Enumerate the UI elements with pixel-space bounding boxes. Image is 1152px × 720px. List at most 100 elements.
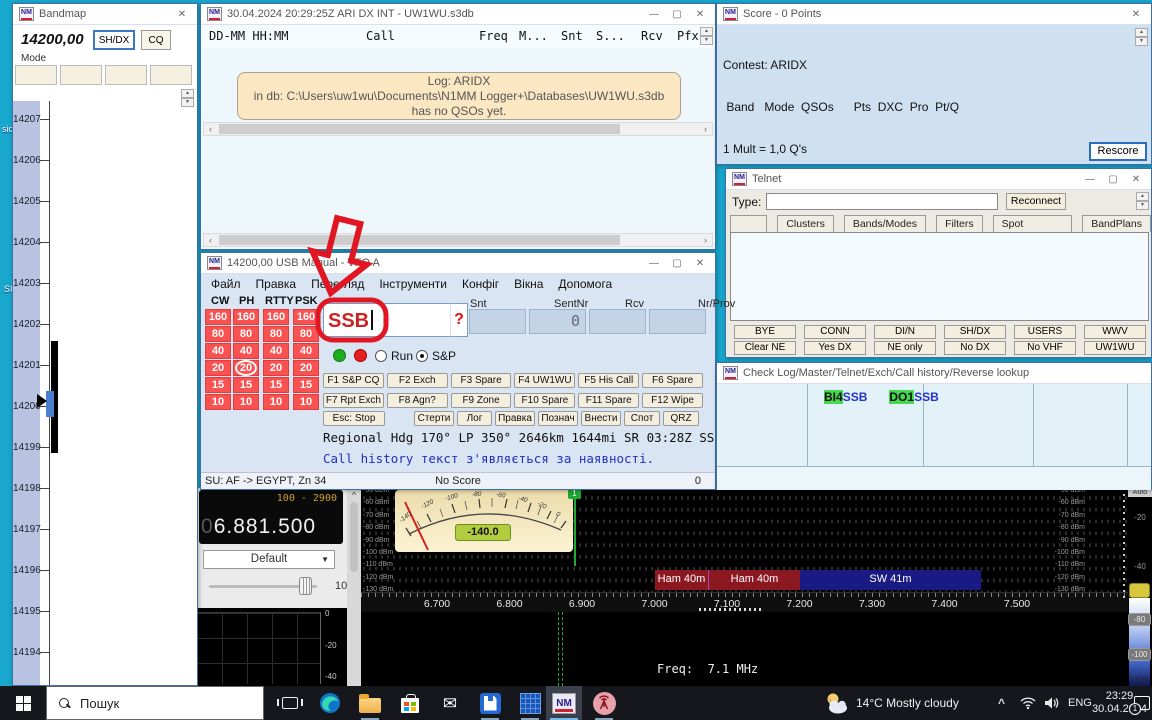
band-button[interactable]: 80 [233,326,259,342]
telnet-command-button[interactable]: DI/N [874,325,936,339]
spin-down-icon[interactable]: ▼ [1136,201,1149,210]
spectrum-tuning-line[interactable] [574,488,576,566]
function-key-button[interactable]: F12 Wipe [642,393,703,408]
radio-icon[interactable] [375,350,387,362]
band-button[interactable]: 40 [205,343,231,359]
entry-action-button[interactable]: Правка [495,411,535,426]
function-key-button[interactable]: F10 Spare [514,393,575,408]
band-button[interactable]: 10 [293,394,319,410]
tab-blank[interactable] [730,215,767,232]
spin-up-icon[interactable]: ▲ [1135,28,1148,37]
band-button[interactable]: 40 [233,343,259,359]
bandmap-zoom-spinner[interactable]: ▲ ▼ [181,89,194,107]
spin-up-icon[interactable]: ▲ [1136,192,1149,201]
band-button[interactable]: 40 [293,343,319,359]
telnet-titlebar[interactable]: NM Telnet — ▢ ✕ [726,169,1151,190]
taskbar-item-floppy-app[interactable] [472,686,508,720]
tab-filters[interactable]: Filters [936,215,983,232]
sdr-profile-select[interactable]: Default ▼ [203,550,335,569]
wifi-icon[interactable] [1020,686,1036,720]
menu-item[interactable]: Допомога [558,277,612,291]
speaker-icon[interactable] [1044,686,1059,720]
telnet-output-area[interactable] [730,232,1149,321]
function-key-button[interactable]: F8 Agn? [387,393,448,408]
band-button[interactable]: 160 [293,309,319,325]
close-icon[interactable]: ✕ [1127,9,1145,20]
score-spinner[interactable]: ▲ ▼ [1135,28,1148,46]
band-button[interactable]: 20 [293,360,319,376]
band-button[interactable]: 160 [205,309,231,325]
minimize-icon[interactable]: — [1081,174,1099,185]
function-key-button[interactable]: F9 Zone [451,393,512,408]
tab-clusters[interactable]: Clusters [777,215,834,232]
start-button[interactable] [0,686,46,720]
scroll-left-icon[interactable]: ‹ [204,123,217,135]
spin-up-icon[interactable]: ▲ [700,27,713,36]
band-button[interactable]: 80 [205,326,231,342]
tray-chevron-icon[interactable]: ^ [998,686,1005,720]
mode-box[interactable] [15,65,57,85]
log-column-header[interactable]: Freq [479,29,508,43]
telnet-command-button[interactable]: BYE [734,325,796,339]
radio-icon-selected[interactable] [416,350,428,362]
band-button[interactable]: 10 [205,394,231,410]
entry-action-button[interactable]: Внести [581,411,621,426]
snt-field[interactable] [469,309,526,334]
menu-item[interactable]: Правка [256,277,297,291]
check-call-item[interactable]: DO1SSB [889,390,938,404]
check-call-item[interactable]: BI4SSB [824,390,867,404]
rescore-button[interactable]: Rescore [1089,142,1147,161]
telnet-command-button[interactable]: No DX [944,341,1006,355]
bandmap-titlebar[interactable]: NM Bandmap ✕ [13,4,197,25]
telnet-command-button[interactable]: Yes DX [804,341,866,355]
scroll-up-icon[interactable]: ^ [347,490,361,500]
exchange-input[interactable]: ? [450,303,468,337]
log-titlebar[interactable]: NM 30.04.2024 20:29:25Z ARI DX INT - UW1… [201,4,715,25]
sdr-frequency-display[interactable]: 100 - 2900 06.881.500 [199,490,343,544]
log-column-header[interactable]: Call [366,29,395,43]
mode-box[interactable] [60,65,102,85]
spin-down-icon[interactable]: ▼ [1135,37,1148,46]
log-spinner[interactable]: ▲ ▼ [700,27,713,45]
tab-bands-modes[interactable]: Bands/Modes [844,215,926,232]
function-key-button[interactable]: F3 Spare [451,373,512,388]
band-button[interactable]: 15 [263,377,289,393]
close-icon[interactable]: ✕ [691,9,709,20]
telnet-command-button[interactable]: USERS [1014,325,1076,339]
band-button[interactable]: 10 [233,394,259,410]
spin-down-icon[interactable]: ▼ [700,36,713,45]
entry-action-button[interactable]: Esc: Stop [323,411,385,426]
telnet-command-button[interactable]: Clear NE [734,341,796,355]
maximize-icon[interactable]: ▢ [668,258,686,269]
function-key-button[interactable]: F7 Rpt Exch [323,393,384,408]
telnet-command-button[interactable]: CONN [804,325,866,339]
close-icon[interactable]: ✕ [691,258,709,269]
shdx-button[interactable]: SH/DX [93,30,135,50]
reconnect-button[interactable]: Reconnect [1006,193,1066,210]
entry-action-button[interactable]: Познач [538,411,578,426]
telnet-command-button[interactable]: No VHF [1014,341,1076,355]
nrprov-field[interactable] [649,309,706,334]
sp-radio[interactable]: S&P [416,349,456,363]
scrollbar-thumb[interactable] [219,124,620,134]
band-button[interactable]: 20 [205,360,231,376]
weather-icon[interactable] [824,686,850,720]
spin-up-icon[interactable]: ▲ [181,89,194,98]
tab-spot-comment[interactable]: Spot Comment [993,215,1073,232]
menu-item[interactable]: Файл [211,277,241,291]
waterfall-panel[interactable]: Freq: 7.1 MHz [361,612,1128,686]
log-column-header[interactable]: M... [519,29,548,43]
callsign-input[interactable]: SSB [323,303,450,337]
band-button[interactable]: 80 [263,326,289,342]
scroll-right-icon[interactable]: › [699,123,712,135]
score-titlebar[interactable]: NM Score - 0 Points ✕ [717,4,1151,25]
telnet-command-button[interactable]: SH/DX [944,325,1006,339]
rcv-field[interactable] [589,309,646,334]
taskbar-search[interactable] [46,686,264,720]
band-button[interactable]: 10 [263,394,289,410]
band-button[interactable]: 15 [293,377,319,393]
band-button[interactable]: 160 [263,309,289,325]
mode-box[interactable] [150,65,192,85]
band-button[interactable]: 15 [205,377,231,393]
legend-pill[interactable]: -100 [1128,648,1151,661]
